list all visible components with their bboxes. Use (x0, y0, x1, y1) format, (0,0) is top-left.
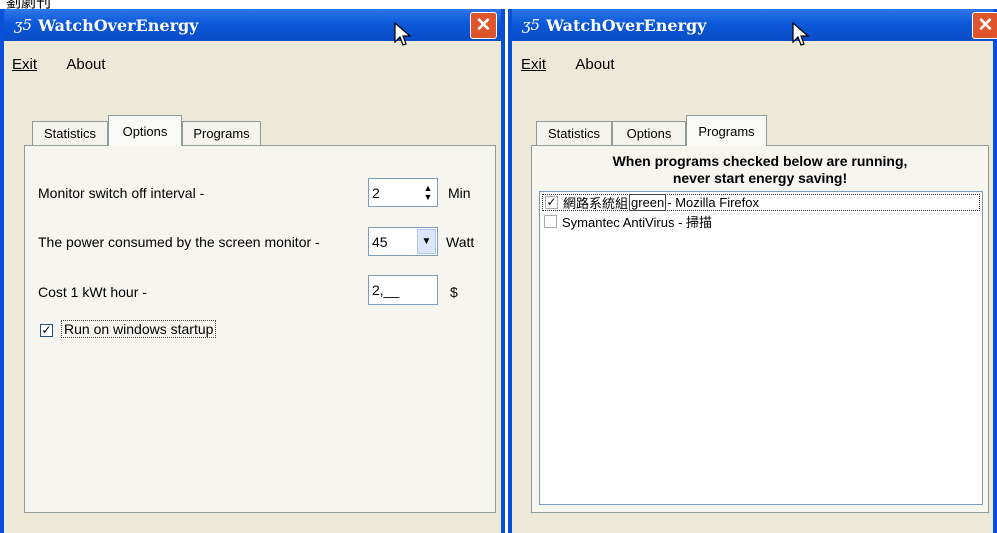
cost-unit: $ (450, 284, 458, 300)
options-panel: Monitor switch off interval - 2 ▲ ▼ Min T… (24, 145, 496, 513)
tab-options[interactable]: Options (612, 121, 686, 145)
menubar: Exit About (12, 56, 132, 73)
monitor-interval-unit: Min (448, 185, 471, 201)
program-name: Symantec AntiVirus - 掃描 (562, 215, 713, 230)
tab-programs[interactable]: Programs (182, 121, 261, 145)
menu-exit-label: Exit (521, 56, 547, 73)
app-icon: ʒ5 (14, 16, 33, 34)
mouse-cursor-icon (394, 22, 412, 46)
cost-label: Cost 1 kWt hour - (38, 284, 147, 300)
menu-about-label: About (575, 56, 615, 73)
titlebar[interactable]: ʒ5 WatchOverEnergy ✕ (4, 9, 501, 46)
close-button[interactable]: ✕ (972, 12, 997, 39)
tab-programs[interactable]: Programs (686, 115, 767, 146)
programs-list[interactable]: ✓ 網路系統組 green - Mozilla Firefox Symantec… (539, 191, 983, 505)
program-name: 網路系統組 (563, 196, 629, 211)
startup-checkbox[interactable]: ✓ (40, 324, 53, 337)
menubar: Exit About (521, 56, 641, 73)
mouse-cursor-icon (792, 22, 810, 46)
program-checkbox[interactable]: ✓ (545, 196, 558, 209)
menu-exit[interactable]: Exit (521, 56, 559, 73)
program-title: - Mozilla Firefox (667, 195, 760, 210)
startup-label[interactable]: Run on windows startup (61, 320, 217, 338)
window-title: WatchOverEnergy (546, 16, 707, 35)
cost-input[interactable]: 2,__ (368, 275, 438, 305)
menu-about-label: About (66, 56, 106, 73)
monitor-interval-spinner[interactable]: 2 ▲ ▼ (368, 178, 438, 207)
right-window: ʒ5 WatchOverEnergy ✕ Exit About Statisti… (508, 9, 997, 533)
app-icon: ʒ5 (522, 16, 541, 34)
chevron-down-icon[interactable]: ▼ (417, 229, 436, 254)
menu-about[interactable]: About (575, 56, 627, 73)
tab-statistics[interactable]: Statistics (536, 121, 612, 145)
list-item[interactable]: ✓ 網路系統組 green - Mozilla Firefox (542, 194, 980, 211)
program-checkbox[interactable] (544, 215, 557, 228)
programs-panel: When programs checked below are running,… (531, 145, 989, 513)
power-consumed-label: The power consumed by the screen monitor… (38, 234, 320, 250)
window-title: WatchOverEnergy (38, 16, 199, 35)
tab-statistics[interactable]: Statistics (32, 121, 108, 145)
close-button[interactable]: ✕ (470, 12, 497, 39)
menu-exit[interactable]: Exit (12, 56, 50, 73)
power-dropdown[interactable]: 45 ▼ (368, 227, 438, 256)
tab-options[interactable]: Options (108, 115, 182, 146)
list-item[interactable]: Symantec AntiVirus - 掃描 (544, 213, 712, 230)
power-unit: Watt (446, 234, 475, 250)
left-window: ʒ5 WatchOverEnergy ✕ Exit About Statisti… (0, 9, 505, 533)
power-value: 45 (372, 233, 388, 250)
spinner-arrows-icon[interactable]: ▲ ▼ (419, 179, 437, 206)
monitor-interval-label: Monitor switch off interval - (38, 185, 205, 201)
programs-header-line1: When programs checked below are running, (612, 153, 908, 169)
menu-exit-label: Exit (12, 56, 38, 73)
program-tag: green (629, 194, 667, 211)
programs-header-line2: never start energy saving! (672, 170, 848, 186)
monitor-interval-value: 2 (372, 184, 380, 201)
menu-about[interactable]: About (66, 56, 118, 73)
titlebar[interactable]: ʒ5 WatchOverEnergy ✕ (512, 9, 997, 46)
